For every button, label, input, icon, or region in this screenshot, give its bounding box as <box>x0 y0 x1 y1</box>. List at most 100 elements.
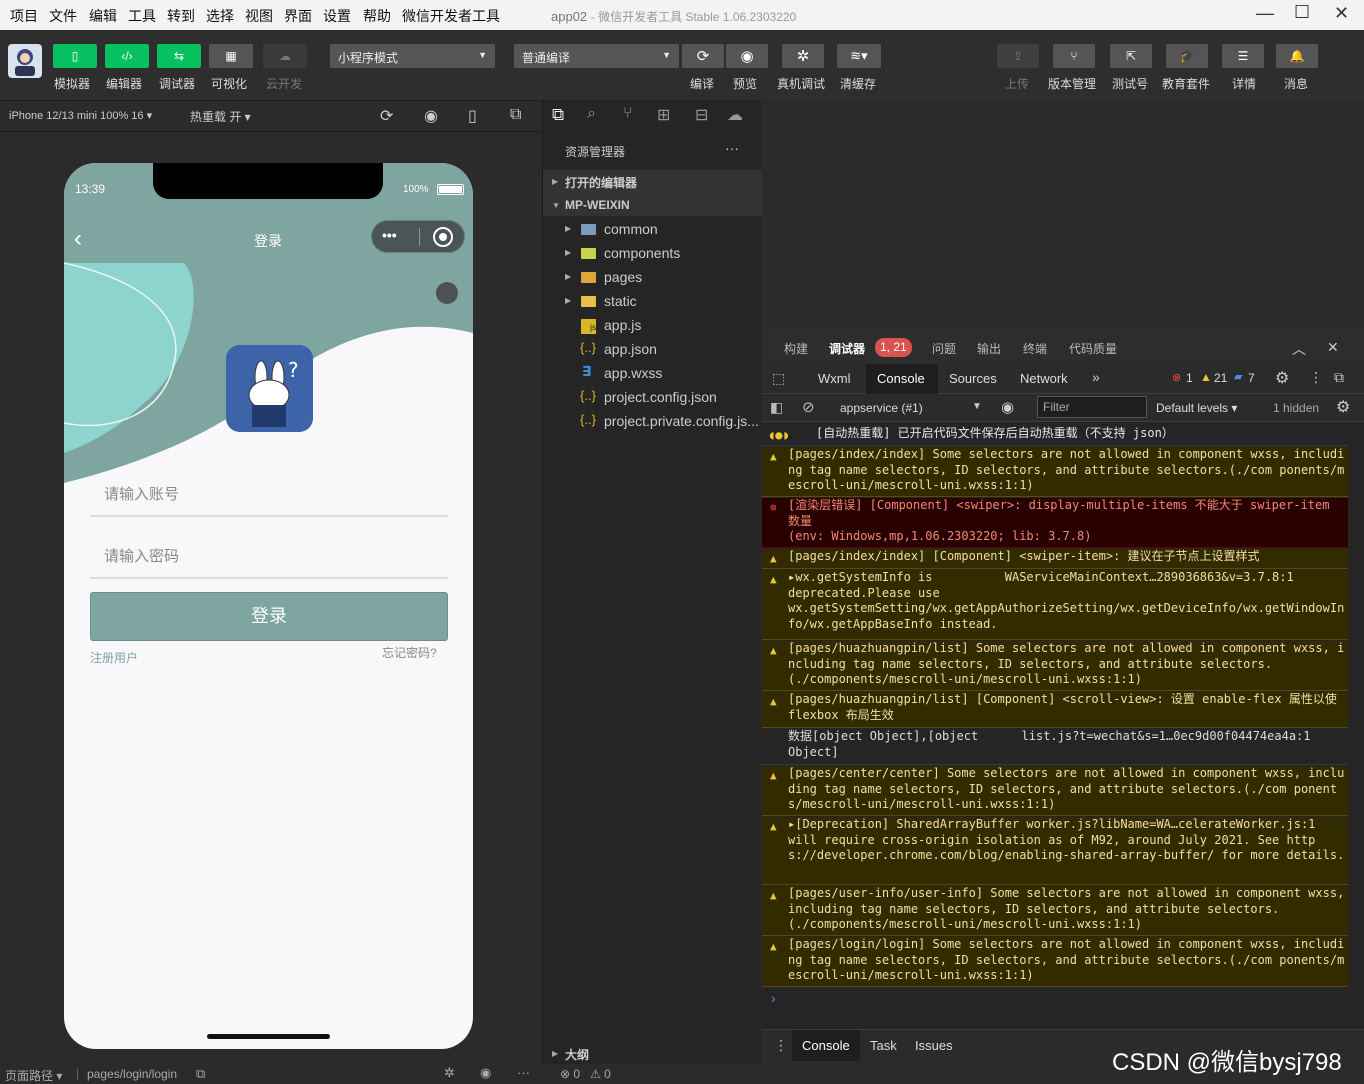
tab-build[interactable]: 构建 <box>784 340 808 357</box>
subtab-network[interactable]: Network <box>1020 371 1068 386</box>
tab-debugger[interactable]: 调试器 <box>829 340 865 357</box>
open-editors-section[interactable]: 打开的编辑器 <box>565 174 637 191</box>
eye-icon[interactable]: ◉ <box>1001 398 1014 416</box>
menu-goto[interactable]: 转到 <box>167 6 195 26</box>
compile-icon[interactable]: ⟳ <box>682 44 724 68</box>
close-panel-icon[interactable]: ✕ <box>1327 339 1339 356</box>
phone-icon[interactable]: ▯ <box>468 106 477 126</box>
git-icon[interactable]: ⑂ <box>623 105 633 123</box>
upload-icon[interactable]: ⇪ <box>997 44 1039 68</box>
test-account-icon[interactable]: ⇱ <box>1110 44 1152 68</box>
inspect-icon[interactable]: ⬚ <box>772 370 785 387</box>
avatar[interactable] <box>8 44 42 78</box>
file-app-js[interactable]: app.js <box>604 317 641 333</box>
preview-icon[interactable]: ◉ <box>726 44 768 68</box>
popout-icon[interactable]: ⧉ <box>510 106 521 124</box>
levels-select[interactable]: Default levels ▾ <box>1156 401 1237 415</box>
back-icon[interactable]: ‹ <box>74 225 82 253</box>
status-warnings[interactable]: ⚠ 0 <box>590 1067 611 1081</box>
drawer-tab-console[interactable]: Console <box>802 1038 850 1053</box>
dock-icon[interactable]: ⧉ <box>1334 369 1344 386</box>
menu-tools[interactable]: 工具 <box>128 6 156 26</box>
outline-section[interactable]: 大纲 <box>565 1046 589 1063</box>
account-input[interactable]: 请输入账号 <box>104 483 179 504</box>
menu-edit[interactable]: 编辑 <box>89 6 117 26</box>
close-icon[interactable]: ✕ <box>1334 3 1349 24</box>
tab-terminal[interactable]: 终端 <box>1023 340 1047 357</box>
file-project-private-config[interactable]: project.private.config.js... <box>604 413 759 429</box>
folder-pages[interactable]: pages <box>604 269 642 285</box>
docker-icon[interactable]: ☁ <box>727 105 743 125</box>
tab-output[interactable]: 输出 <box>977 340 1001 357</box>
console-prompt-icon[interactable]: › <box>771 990 776 1006</box>
menu-select[interactable]: 选择 <box>206 6 234 26</box>
menu-view[interactable]: 视图 <box>245 6 273 26</box>
debugger-button[interactable]: ⇆ <box>157 44 201 68</box>
more-tabs-icon[interactable]: » <box>1092 369 1100 385</box>
file-app-wxss[interactable]: app.wxss <box>604 365 662 381</box>
layout-icon[interactable]: ⊟ <box>695 105 708 125</box>
rotate-icon[interactable]: ⟳ <box>380 106 393 126</box>
visual-button[interactable]: ▦ <box>209 44 253 68</box>
sidebar-toggle-icon[interactable]: ◧ <box>770 399 783 416</box>
drawer-tab-task[interactable]: Task <box>870 1038 897 1053</box>
subtab-wxml[interactable]: Wxml <box>818 371 851 386</box>
more-icon[interactable]: ••• <box>382 227 397 243</box>
subtab-sources[interactable]: Sources <box>949 371 997 386</box>
tab-code-quality[interactable]: 代码质量 <box>1069 340 1117 357</box>
context-select[interactable]: appservice (#1) <box>840 401 923 415</box>
device-select[interactable]: iPhone 12/13 mini 100% 16 ▾ <box>9 109 152 122</box>
mode-select[interactable]: 小程序模式 ▼ <box>330 44 495 68</box>
settings-icon[interactable]: ⚙ <box>1275 368 1289 388</box>
kebab-icon[interactable]: ⋮ <box>1309 369 1323 386</box>
folder-components[interactable]: components <box>604 245 680 261</box>
menu-project[interactable]: 项目 <box>10 6 38 26</box>
drawer-tab-issues[interactable]: Issues <box>915 1038 953 1053</box>
menu-devtools[interactable]: 微信开发者工具 <box>402 6 500 26</box>
project-section[interactable]: MP-WEIXIN <box>565 198 630 212</box>
clear-console-icon[interactable]: ⊘ <box>802 398 815 416</box>
register-link[interactable]: 注册用户 <box>90 649 138 666</box>
password-input[interactable]: 请输入密码 <box>104 545 179 566</box>
menu-interface[interactable]: 界面 <box>284 6 312 26</box>
path-label[interactable]: 页面路径 ▾ <box>5 1067 62 1084</box>
minimize-icon[interactable]: — <box>1256 3 1274 24</box>
drawer-menu-icon[interactable]: ⋮ <box>774 1037 788 1054</box>
maximize-icon[interactable]: ☐ <box>1294 2 1310 23</box>
folder-static[interactable]: static <box>604 293 637 309</box>
close-mini-icon[interactable] <box>433 227 453 247</box>
version-icon[interactable]: ⑂ <box>1053 44 1095 68</box>
search-icon[interactable]: ⌕ <box>587 105 596 123</box>
debug-icon[interactable]: ✲ <box>444 1065 455 1081</box>
message-icon[interactable]: 🔔 <box>1276 44 1318 68</box>
explorer-more-icon[interactable]: ··· <box>725 140 739 156</box>
extensions-icon[interactable]: ⊞ <box>657 105 670 125</box>
compile-select[interactable]: 普通编译 ▼ <box>514 44 679 68</box>
preview-eye-icon[interactable]: ◉ <box>480 1065 491 1081</box>
collapse-icon[interactable]: ︿ <box>1292 339 1306 359</box>
menu-help[interactable]: 帮助 <box>363 6 391 26</box>
file-app-json[interactable]: app.json <box>604 341 657 357</box>
editor-button[interactable]: ‹/› <box>105 44 149 68</box>
tab-issues[interactable]: 问题 <box>932 340 956 357</box>
remote-debug-icon[interactable]: ✲ <box>782 44 824 68</box>
files-icon[interactable]: ⧉ <box>552 105 564 125</box>
hotreload-select[interactable]: 热重载 开 ▾ <box>190 108 251 125</box>
filter-input[interactable]: Filter <box>1037 396 1147 418</box>
menu-settings[interactable]: 设置 <box>323 6 351 26</box>
details-icon[interactable]: ☰ <box>1222 44 1264 68</box>
menu-file[interactable]: 文件 <box>49 6 77 26</box>
education-icon[interactable]: 🎓 <box>1166 44 1208 68</box>
forgot-link[interactable]: 忘记密码? <box>382 644 437 661</box>
subtab-console[interactable]: Console <box>877 371 925 386</box>
record-icon[interactable]: ◉ <box>424 106 438 126</box>
folder-common[interactable]: common <box>604 221 658 237</box>
cloud-button[interactable]: ☁ <box>263 44 307 68</box>
file-project-config[interactable]: project.config.json <box>604 389 717 405</box>
status-errors[interactable]: ⊗ 0 <box>560 1067 580 1081</box>
status-more-icon[interactable]: ··· <box>517 1065 530 1080</box>
context-caret-icon[interactable]: ▼ <box>972 401 982 412</box>
console-settings-icon[interactable]: ⚙ <box>1336 397 1350 417</box>
login-button[interactable]: 登录 <box>90 592 448 641</box>
copy-path-icon[interactable]: ⧉ <box>196 1066 205 1082</box>
